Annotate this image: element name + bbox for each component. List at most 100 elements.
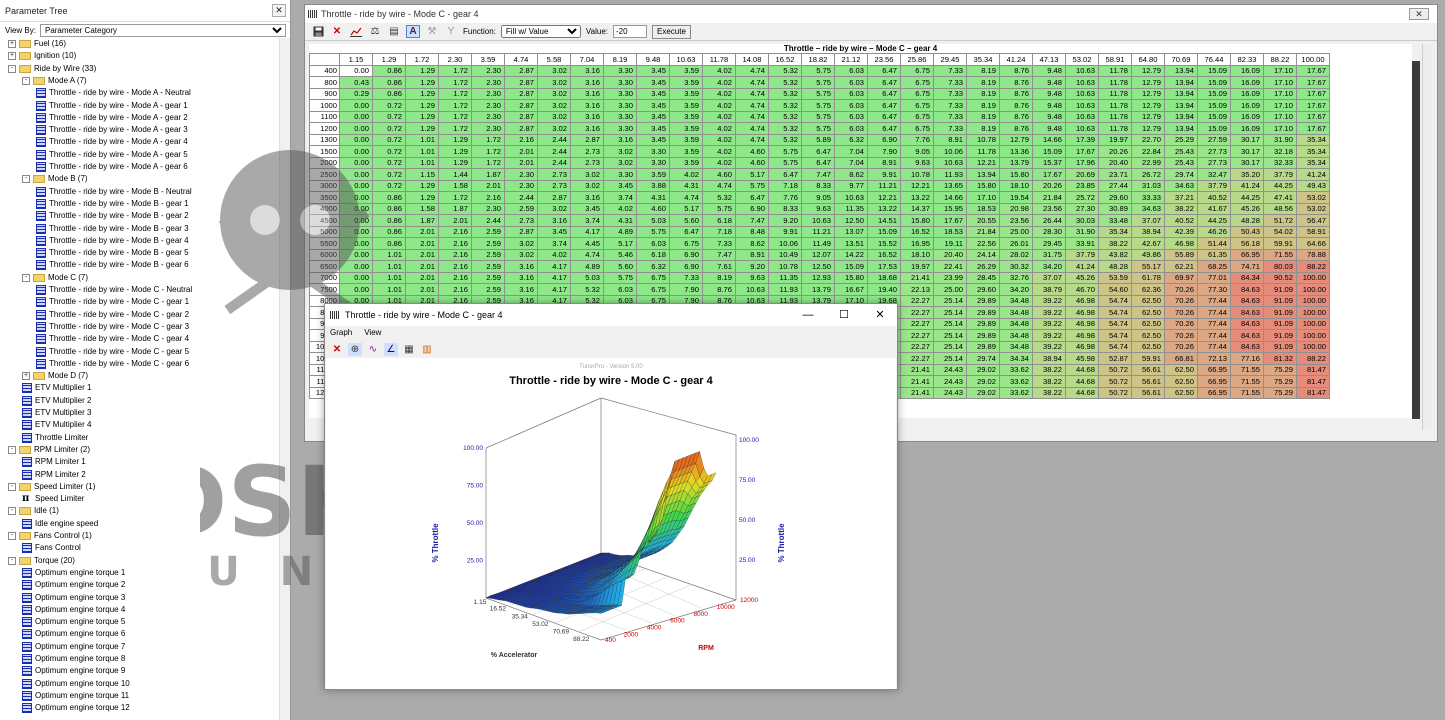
table-cell[interactable]: 78.88 [1296, 248, 1330, 261]
table-cell[interactable]: 56.47 [1296, 214, 1330, 227]
tree-item[interactable]: Throttle - ride by wire - Mode B - gear … [36, 223, 189, 235]
table-cell[interactable]: 53.02 [1296, 191, 1330, 204]
table-cell[interactable]: 81.47 [1296, 363, 1330, 376]
table-cell[interactable]: 31.90 [1065, 225, 1099, 238]
table-cell[interactable]: 7.04 [834, 156, 868, 169]
table-cell[interactable]: 54.74 [1098, 294, 1132, 307]
table-cell[interactable]: 0.00 [339, 145, 373, 158]
table-cell[interactable]: 7.47 [735, 214, 769, 227]
table-cell[interactable]: 12.21 [867, 191, 901, 204]
table-cell[interactable]: 10.06 [933, 145, 967, 158]
tree-folder[interactable]: + Fuel (16) [8, 38, 66, 50]
table-cell[interactable]: 28.45 [966, 271, 1000, 284]
table-cell[interactable]: 13.36 [999, 145, 1033, 158]
table-cell[interactable]: 64.66 [1296, 237, 1330, 250]
table-cell[interactable]: 6.03 [834, 87, 868, 100]
table-cell[interactable]: 0.00 [339, 202, 373, 215]
row-header[interactable]: 7000 [309, 271, 340, 284]
table-cell[interactable]: 12.21 [966, 156, 1000, 169]
table-cell[interactable]: 71.55 [1230, 375, 1264, 388]
table-cell[interactable]: 25.14 [933, 317, 967, 330]
table-cell[interactable]: 5.75 [801, 99, 835, 112]
table-cell[interactable]: 12.07 [801, 248, 835, 261]
table-cell[interactable]: 19.97 [900, 260, 934, 273]
column-header[interactable]: 5.58 [537, 53, 571, 66]
tree-item[interactable]: ETV Multiplier 3 [22, 407, 91, 419]
table-cell[interactable]: 13.94 [1164, 122, 1198, 135]
table-cell[interactable]: 4.17 [537, 271, 571, 284]
table-cell[interactable]: 1.29 [405, 76, 439, 89]
table-cell[interactable]: 22.27 [900, 329, 934, 342]
table-cell[interactable]: 2.01 [405, 248, 439, 261]
maximize-icon[interactable]: ☐ [829, 304, 859, 326]
table-cell[interactable]: 28.02 [999, 248, 1033, 261]
table-cell[interactable]: 3.45 [603, 179, 637, 192]
table-cell[interactable]: 2.16 [438, 271, 472, 284]
table-cell[interactable]: 84.63 [1230, 306, 1264, 319]
table-cell[interactable]: 10.78 [900, 168, 934, 181]
table-cell[interactable]: 3.59 [669, 76, 703, 89]
table-cell[interactable]: 0.29 [339, 87, 373, 100]
table-cell[interactable]: 3.30 [636, 145, 670, 158]
table-cell[interactable]: 51.72 [1263, 214, 1297, 227]
table-cell[interactable]: 11.21 [801, 225, 835, 238]
table-cell[interactable]: 39.22 [1032, 340, 1066, 353]
table-cell[interactable]: 14.37 [900, 202, 934, 215]
table-cell[interactable]: 62.21 [1164, 260, 1198, 273]
table-cell[interactable]: 33.62 [999, 363, 1033, 376]
collapse-icon[interactable]: - [22, 273, 30, 282]
tree-item[interactable]: Throttle - ride by wire - Mode A - gear … [36, 124, 188, 136]
table-cell[interactable]: 25.00 [999, 225, 1033, 238]
table-cell[interactable]: 8.76 [999, 64, 1033, 77]
table-cell[interactable]: 5.75 [801, 110, 835, 123]
properties-icon[interactable]: ▤ [387, 25, 401, 38]
table-cell[interactable]: 4.02 [702, 110, 736, 123]
column-header[interactable]: 8.19 [603, 53, 637, 66]
table-cell[interactable]: 25.29 [1164, 133, 1198, 146]
table-cell[interactable]: 7.33 [933, 76, 967, 89]
table-cell[interactable]: 2.87 [504, 225, 538, 238]
table-cell[interactable]: 2.73 [537, 168, 571, 181]
column-header[interactable]: 9.48 [636, 53, 670, 66]
table-cell[interactable]: 3.59 [636, 168, 670, 181]
table-cell[interactable]: 17.67 [933, 214, 967, 227]
table-cell[interactable]: 35.34 [1296, 145, 1330, 158]
table-cell[interactable]: 26.72 [1131, 168, 1165, 181]
table-cell[interactable]: 1.01 [405, 156, 439, 169]
table-cell[interactable]: 14.66 [1032, 133, 1066, 146]
table-cell[interactable]: 56.61 [1131, 363, 1165, 376]
table-cell[interactable]: 15.80 [999, 168, 1033, 181]
collapse-icon[interactable]: - [8, 482, 16, 491]
row-header[interactable]: 1300 [309, 133, 340, 146]
table-cell[interactable]: 13.94 [1164, 87, 1198, 100]
table-cell[interactable]: 34.63 [1131, 202, 1165, 215]
table-cell[interactable]: 20.40 [933, 248, 967, 261]
tree-item[interactable]: Throttle - ride by wire - Mode B - Neutr… [36, 186, 192, 198]
table-cell[interactable]: 1.87 [471, 168, 505, 181]
column-header[interactable]: 16.52 [768, 53, 802, 66]
table-cell[interactable]: 19.40 [867, 283, 901, 296]
table-cell[interactable]: 17.10 [1263, 64, 1297, 77]
table-cell[interactable]: 75.29 [1263, 375, 1297, 388]
table-cell[interactable]: 8.76 [999, 99, 1033, 112]
table-cell[interactable]: 70.26 [1164, 329, 1198, 342]
collapse-icon[interactable]: - [8, 532, 16, 540]
column-header[interactable]: 25.86 [900, 53, 934, 66]
table-cell[interactable]: 29.89 [966, 317, 1000, 330]
tree-item[interactable]: Throttle Limiter [22, 432, 88, 444]
table-cell[interactable]: 22.27 [900, 352, 934, 365]
table-cell[interactable]: 3.16 [570, 122, 604, 135]
table-cell[interactable]: 6.90 [735, 202, 769, 215]
table-cell[interactable]: 15.80 [900, 214, 934, 227]
table-cell[interactable]: 91.09 [1263, 329, 1297, 342]
table-cell[interactable]: 0.72 [372, 122, 406, 135]
table-cell[interactable]: 40.52 [1197, 191, 1231, 204]
table-cell[interactable]: 10.63 [1065, 64, 1099, 77]
table-cell[interactable]: 23.56 [1032, 202, 1066, 215]
table-cell[interactable]: 3.59 [669, 133, 703, 146]
table-cell[interactable]: 77.44 [1197, 294, 1231, 307]
table-cell[interactable]: 13.65 [933, 179, 967, 192]
column-header[interactable]: 2.30 [438, 53, 472, 66]
table-cell[interactable]: 62.50 [1164, 363, 1198, 376]
table-cell[interactable]: 6.75 [636, 283, 670, 296]
